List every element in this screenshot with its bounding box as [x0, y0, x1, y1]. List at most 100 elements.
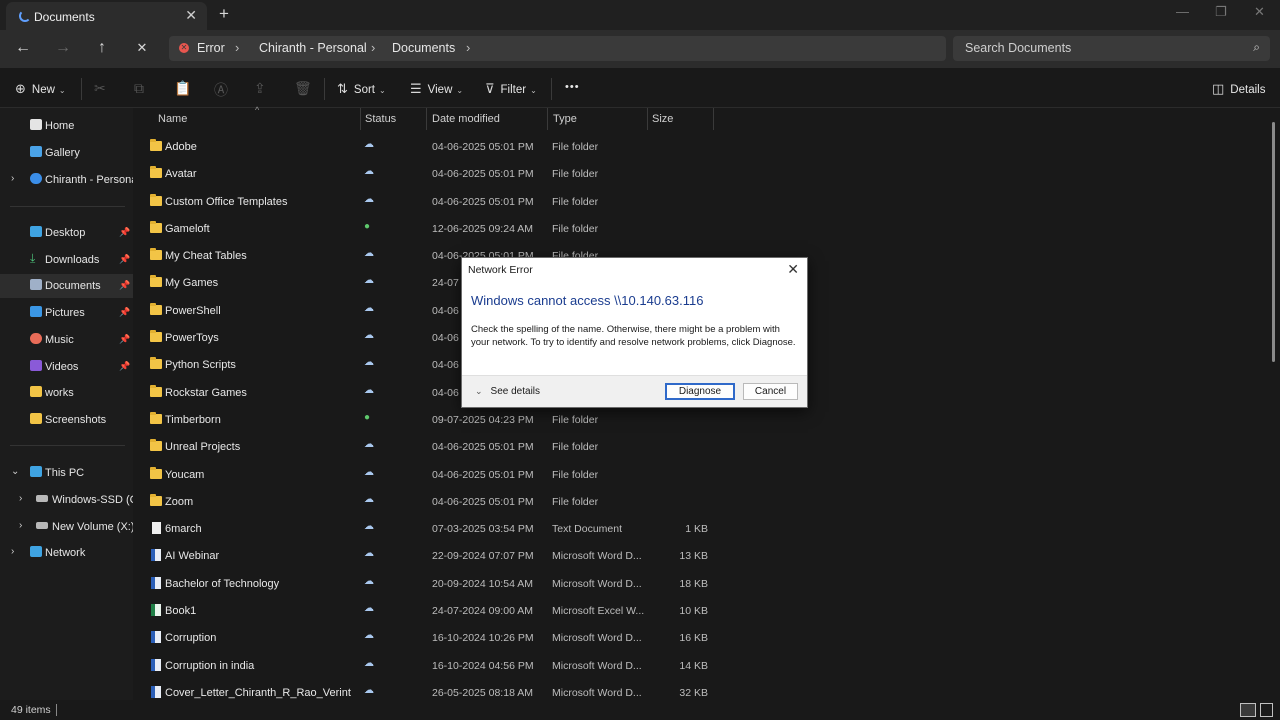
more-options-icon[interactable]: ••• — [565, 81, 580, 93]
sidebar-item-videos[interactable]: Videos 📌 — [0, 355, 133, 379]
table-row[interactable]: Book1 ☁ 24-07-2024 09:00 AM Microsoft Excel… — [133, 597, 1280, 624]
column-divider[interactable] — [360, 108, 361, 130]
column-name[interactable]: Name — [158, 113, 187, 125]
sidebar-item-music[interactable]: Music 📌 — [0, 328, 133, 352]
sidebar-item-onedrive[interactable]: › Chiranth - Personal — [0, 168, 140, 192]
table-row[interactable]: Zoom ☁ 04-06-2025 05:01 PM File folder — [133, 488, 1280, 515]
new-button[interactable]: ⊕ New ⌄ — [15, 81, 66, 97]
diagnose-button[interactable]: Diagnose — [665, 383, 735, 400]
table-row[interactable]: Avatar ☁ 04-06-2025 05:01 PM File folder — [133, 160, 1280, 187]
sidebar-item-documents[interactable]: Documents 📌 — [0, 274, 133, 298]
cloud-icon: ☁ — [364, 548, 374, 560]
column-divider[interactable] — [713, 108, 714, 130]
table-row[interactable]: Corruption ☁ 16-10-2024 10:26 PM Microsoft … — [133, 624, 1280, 651]
see-details-toggle[interactable]: ⌄ See details — [475, 386, 540, 397]
breadcrumb-chiranth-personal[interactable]: Chiranth - Personal — [259, 41, 367, 55]
sidebar-item-pictures[interactable]: Pictures 📌 — [0, 301, 133, 325]
dialog-close-icon[interactable]: ✕ — [787, 261, 799, 278]
share-icon[interactable]: ⇪ — [254, 80, 266, 97]
sidebar-item-desktop[interactable]: Desktop 📌 — [0, 221, 133, 245]
view-button[interactable]: ☰ View ⌄ — [410, 81, 463, 97]
back-icon[interactable]: ← — [13, 39, 33, 57]
pin-icon[interactable]: 📌 — [119, 254, 130, 265]
tab-close-icon[interactable]: ✕ — [185, 7, 197, 24]
cloud-icon: ☁ — [364, 466, 374, 478]
excel-workbook-icon — [151, 604, 161, 617]
pin-icon[interactable]: 📌 — [119, 280, 130, 291]
sidebar-item-windows-ssd[interactable]: › Windows-SSD (C:) — [0, 488, 144, 512]
chevron-right-icon[interactable]: › — [11, 546, 14, 557]
forward-icon[interactable]: → — [53, 39, 73, 57]
sidebar-item-network[interactable]: › Network — [0, 541, 133, 565]
delete-icon[interactable]: 🗑 — [294, 80, 312, 97]
column-type[interactable]: Type — [553, 113, 577, 125]
column-divider[interactable] — [547, 108, 548, 130]
breadcrumb-separator[interactable]: › — [235, 40, 239, 55]
minimize-icon[interactable]: — — [1176, 4, 1189, 19]
breadcrumb-documents[interactable]: Documents — [392, 41, 455, 55]
cloud-icon: ☁ — [364, 275, 374, 287]
column-divider[interactable] — [647, 108, 648, 130]
copy-icon[interactable]: ⧉ — [134, 80, 144, 97]
table-row[interactable]: Corruption in india ☁ 16-10-2024 04:56 PM M… — [133, 652, 1280, 679]
file-date: 22-09-2024 07:07 PM — [432, 550, 534, 563]
table-row[interactable]: Youcam ☁ 04-06-2025 05:01 PM File folder — [133, 461, 1280, 488]
sidebar-item-downloads[interactable]: ⤓ Downloads 📌 — [0, 248, 133, 272]
cut-icon[interactable]: ✂ — [94, 80, 106, 97]
command-bar: ⊕ New ⌄ ✂ ⧉ 📋 Ⓐ ⇪ 🗑 ⇅ Sort ⌄ ☰ View ⌄ ⊽ Filter ⌄… — [0, 68, 1280, 108]
up-icon[interactable]: ↑ — [92, 39, 112, 57]
cloud-icon: ☁ — [364, 521, 374, 533]
pin-icon[interactable]: 📌 — [119, 227, 130, 238]
sort-button[interactable]: ⇅ Sort ⌄ — [337, 81, 386, 97]
sidebar-item-screenshots[interactable]: Screenshots — [0, 408, 133, 432]
pin-icon[interactable]: 📌 — [119, 334, 130, 345]
sidebar-item-new-volume[interactable]: › New Volume (X:) — [0, 515, 135, 539]
vertical-scrollbar[interactable] — [1272, 122, 1275, 362]
table-row[interactable]: 6march ☁ 07-03-2025 03:54 PM Text Document 1… — [133, 515, 1280, 542]
sidebar-item-home[interactable]: Home — [0, 114, 133, 138]
details-button[interactable]: ◫ Details — [1212, 81, 1265, 97]
new-label: New — [31, 84, 55, 96]
filter-button[interactable]: ⊽ Filter ⌄ — [485, 81, 537, 97]
cloud-icon: ☁ — [364, 330, 374, 342]
new-tab-icon[interactable]: + — [219, 4, 229, 24]
sidebar-item-works[interactable]: works — [0, 381, 133, 405]
rename-icon[interactable]: Ⓐ — [214, 80, 228, 100]
sidebar-item-this-pc[interactable]: ⌄ This PC — [0, 461, 133, 485]
paste-icon[interactable]: 📋 — [174, 80, 191, 97]
table-row[interactable]: Timberborn ● 09-07-2025 04:23 PM File folde… — [133, 406, 1280, 433]
search-input[interactable]: Search Documents ⌕ — [953, 36, 1270, 61]
pin-icon[interactable]: 📌 — [119, 361, 130, 372]
table-row[interactable]: Bachelor of Technology ☁ 20-09-2024 10:54 … — [133, 570, 1280, 597]
file-date: 04-06 — [432, 359, 459, 372]
address-bar[interactable]: ✕ Error › Chiranth - Personal › Document… — [169, 36, 946, 61]
cancel-button[interactable]: Cancel — [743, 383, 798, 400]
tiles-view-icon[interactable] — [1260, 703, 1273, 717]
table-row[interactable]: Adobe ☁ 04-06-2025 05:01 PM File folder — [133, 133, 1280, 160]
details-view-icon[interactable] — [1240, 703, 1256, 717]
error-icon: ✕ — [179, 43, 189, 53]
table-row[interactable]: Gameloft ● 12-06-2025 09:24 AM File folder — [133, 215, 1280, 242]
column-divider[interactable] — [426, 108, 427, 130]
chevron-right-icon[interactable]: › — [19, 520, 22, 531]
column-status[interactable]: Status — [365, 113, 396, 125]
column-date-modified[interactable]: Date modified — [432, 113, 500, 125]
chevron-right-icon[interactable]: › — [11, 173, 14, 184]
search-icon[interactable]: ⌕ — [1253, 40, 1260, 55]
breadcrumb-separator[interactable]: › — [466, 40, 470, 55]
table-row[interactable]: Unreal Projects ☁ 04-06-2025 05:01 PM File … — [133, 433, 1280, 460]
file-size: 13 KB — [679, 550, 708, 563]
tab-documents[interactable]: Documents ✕ — [6, 2, 207, 30]
chevron-right-icon[interactable]: › — [19, 493, 22, 504]
breadcrumb-error[interactable]: Error — [197, 41, 225, 55]
chevron-down-icon[interactable]: ⌄ — [11, 466, 19, 477]
pin-icon[interactable]: 📌 — [119, 307, 130, 318]
window-close-icon[interactable]: ✕ — [1254, 4, 1265, 20]
table-row[interactable]: Custom Office Templates ☁ 04-06-2025 05:01… — [133, 188, 1280, 215]
table-row[interactable]: AI Webinar ☁ 22-09-2024 07:07 PM Microsoft … — [133, 542, 1280, 569]
breadcrumb-separator[interactable]: › — [371, 40, 375, 55]
stop-icon[interactable]: ✕ — [132, 40, 152, 56]
sidebar-item-gallery[interactable]: Gallery — [0, 141, 133, 165]
maximize-icon[interactable]: ❐ — [1215, 4, 1227, 20]
column-size[interactable]: Size — [652, 113, 673, 125]
